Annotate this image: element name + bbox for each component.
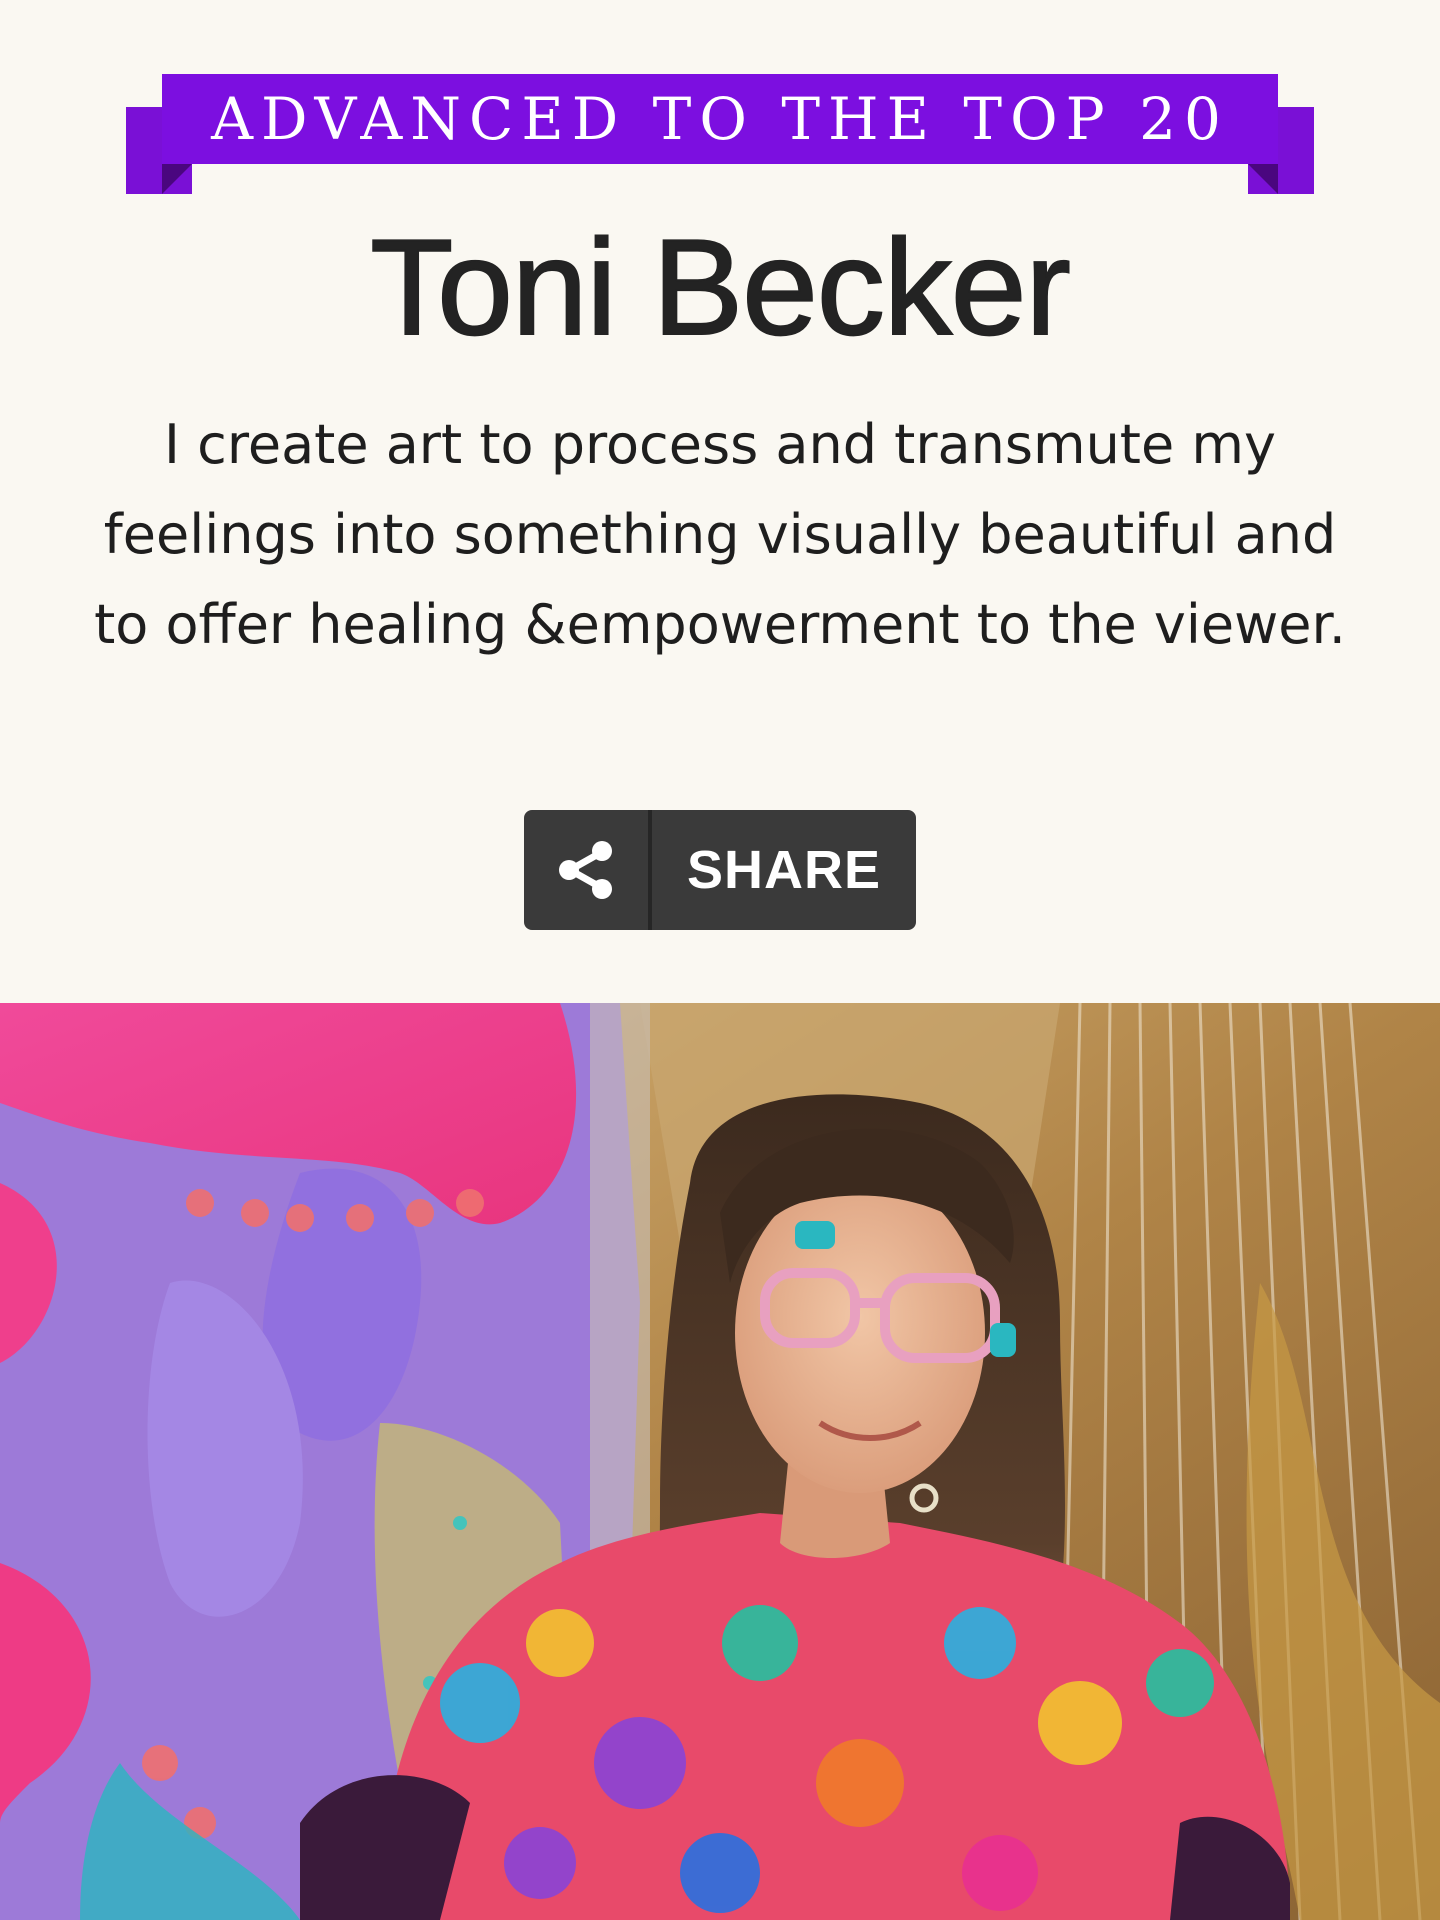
ranking-banner: ADVANCED TO THE TOP 20 bbox=[126, 74, 1314, 194]
share-icon bbox=[524, 810, 652, 930]
ribbon-fold-right bbox=[1248, 164, 1278, 194]
contestant-bio: I create art to process and transmute my… bbox=[94, 413, 1346, 656]
contestant-page: ADVANCED TO THE TOP 20 Toni Becker I cre… bbox=[0, 0, 1440, 1920]
ranking-banner-text: ADVANCED TO THE TOP 20 bbox=[162, 74, 1278, 164]
portrait-photo bbox=[0, 1003, 1440, 1920]
share-button[interactable]: SHARE bbox=[524, 810, 916, 930]
share-label: SHARE bbox=[686, 840, 882, 900]
contestant-name: Toni Becker bbox=[369, 211, 1072, 363]
ribbon-fold-left bbox=[162, 164, 192, 194]
